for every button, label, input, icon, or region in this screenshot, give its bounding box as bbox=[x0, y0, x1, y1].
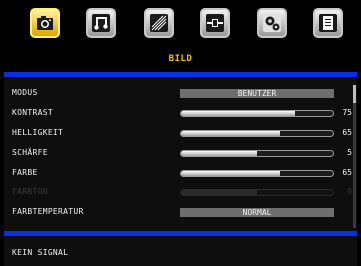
status-footer: KEIN SIGNAL bbox=[4, 236, 357, 266]
farbe-label: FARBE bbox=[12, 168, 38, 177]
menu-row-helligkeit[interactable]: HELLIGKEIT 65 bbox=[12, 126, 352, 140]
farbtemperatur-value[interactable]: NORMAL bbox=[180, 208, 334, 217]
farbton-slider bbox=[180, 189, 334, 196]
farbton-label: FARBTON bbox=[12, 187, 48, 196]
farbe-slider-fill bbox=[181, 171, 280, 176]
kontrast-label: KONTRAST bbox=[12, 108, 53, 117]
helligkeit-slider[interactable] bbox=[180, 130, 334, 137]
farbton-value: 0 bbox=[347, 187, 352, 196]
connector-icon bbox=[206, 14, 224, 32]
modus-label: MODUS bbox=[12, 88, 38, 97]
tab-installation[interactable] bbox=[144, 8, 174, 38]
schaerfe-label: SCHÄRFE bbox=[12, 148, 48, 157]
scrollbar-thumb[interactable] bbox=[353, 85, 356, 103]
kontrast-slider-fill bbox=[181, 111, 295, 116]
menu-row-farbe[interactable]: FARBE 65 bbox=[12, 166, 352, 180]
menu-row-modus[interactable]: MODUS BENUTZER bbox=[12, 86, 352, 100]
tab-settings[interactable] bbox=[257, 8, 287, 38]
schaerfe-slider[interactable] bbox=[180, 150, 334, 157]
tab-info[interactable] bbox=[313, 8, 343, 38]
kontrast-value: 75 bbox=[342, 108, 352, 117]
helligkeit-label: HELLIGKEIT bbox=[12, 128, 64, 137]
farbton-slider-fill bbox=[181, 190, 257, 195]
menu-row-kontrast[interactable]: KONTRAST 75 bbox=[12, 106, 352, 120]
helligkeit-slider-fill bbox=[181, 131, 280, 136]
schaerfe-value: 5 bbox=[347, 148, 352, 157]
menu-row-schaerfe[interactable]: SCHÄRFE 5 bbox=[12, 146, 352, 160]
music-note-icon bbox=[92, 14, 110, 32]
menu-row-farbtemperatur[interactable]: FARBTEMPERATUR NORMAL bbox=[12, 205, 352, 219]
menu-row-farbton: FARBTON 0 bbox=[12, 185, 352, 199]
farbe-value: 65 bbox=[342, 168, 352, 177]
modus-value[interactable]: BENUTZER bbox=[180, 89, 334, 98]
section-title: BILD bbox=[168, 54, 193, 64]
tab-sound[interactable] bbox=[86, 8, 116, 38]
tab-sources[interactable] bbox=[200, 8, 230, 38]
camera-icon bbox=[37, 16, 53, 30]
kontrast-slider[interactable] bbox=[180, 110, 334, 117]
farbtemperatur-label: FARBTEMPERATUR bbox=[12, 207, 84, 216]
status-text: KEIN SIGNAL bbox=[12, 248, 69, 257]
gears-icon bbox=[263, 14, 281, 32]
tab-picture[interactable] bbox=[30, 8, 60, 38]
rf-signal-icon bbox=[150, 14, 168, 32]
osd-screen: BILD MODUS BENUTZER KONTRAST 75 HELLIGKE… bbox=[0, 0, 361, 266]
document-icon bbox=[319, 14, 337, 32]
helligkeit-value: 65 bbox=[342, 128, 352, 137]
farbe-slider[interactable] bbox=[180, 170, 334, 177]
picture-settings-panel: MODUS BENUTZER KONTRAST 75 HELLIGKEIT 65… bbox=[4, 77, 357, 231]
schaerfe-slider-fill bbox=[181, 151, 257, 156]
scrollbar[interactable] bbox=[353, 85, 356, 228]
